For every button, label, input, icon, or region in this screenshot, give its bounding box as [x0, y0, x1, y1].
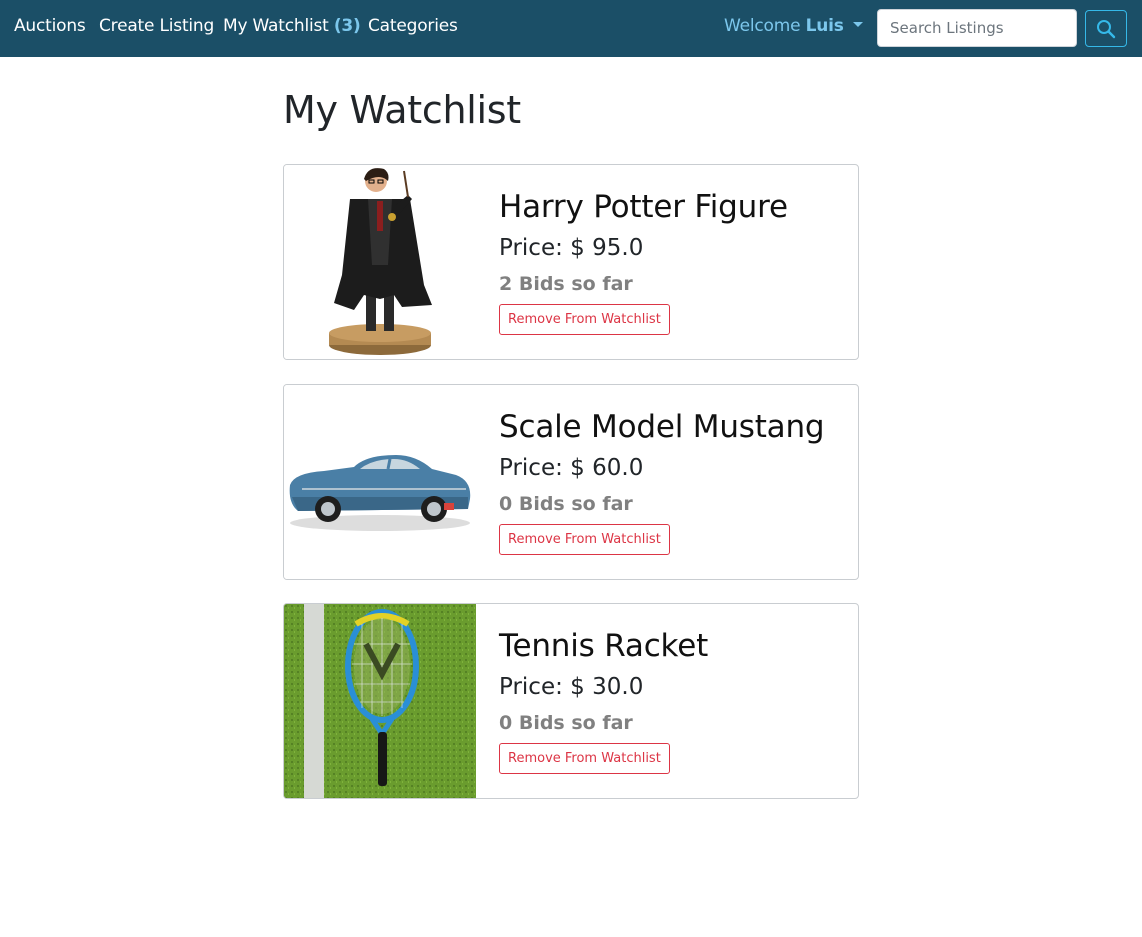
top-navbar: Auctions Create Listing My Watchlist (3)… [0, 0, 1142, 57]
watchlist-card: Scale Model Mustang Price: $ 60.0 0 Bids… [283, 384, 859, 580]
page-title: My Watchlist [283, 88, 521, 132]
nav-link-auctions[interactable]: Auctions [14, 16, 86, 36]
listing-title[interactable]: Harry Potter Figure [499, 189, 788, 225]
remove-from-watchlist-button[interactable]: Remove From Watchlist [499, 743, 670, 774]
remove-from-watchlist-button[interactable]: Remove From Watchlist [499, 524, 670, 555]
user-dropdown-toggle[interactable]: Welcome Luis [724, 16, 863, 36]
listing-bid-count: 0 Bids so far [499, 712, 633, 734]
welcome-text: Welcome [724, 16, 801, 36]
watchlist-label: My Watchlist [223, 16, 329, 36]
nav-link-create-listing[interactable]: Create Listing [99, 16, 214, 36]
listing-bid-count: 2 Bids so far [499, 273, 633, 295]
caret-down-icon [852, 22, 863, 27]
listing-price: Price: $ 95.0 [499, 235, 644, 261]
listing-title[interactable]: Tennis Racket [499, 628, 708, 664]
watchlist-card: Tennis Racket Price: $ 30.0 0 Bids so fa… [283, 603, 859, 799]
watchlist-card: Harry Potter Figure Price: $ 95.0 2 Bids… [283, 164, 859, 360]
nav-link-categories[interactable]: Categories [368, 16, 458, 36]
search-button[interactable] [1085, 10, 1127, 47]
search-icon [1097, 20, 1116, 39]
listing-price: Price: $ 60.0 [499, 455, 644, 481]
listing-title[interactable]: Scale Model Mustang [499, 409, 825, 445]
harry-potter-figure-image [284, 165, 476, 359]
listing-bid-count: 0 Bids so far [499, 493, 633, 515]
remove-from-watchlist-button[interactable]: Remove From Watchlist [499, 304, 670, 335]
watchlist-count-badge: (3) [333, 16, 361, 36]
mustang-model-image [284, 385, 476, 579]
nav-link-my-watchlist[interactable]: My Watchlist (3) [223, 16, 361, 36]
username: Luis [805, 16, 844, 36]
listing-price: Price: $ 30.0 [499, 674, 644, 700]
tennis-racket-image [284, 604, 476, 798]
search-input[interactable] [877, 9, 1077, 47]
